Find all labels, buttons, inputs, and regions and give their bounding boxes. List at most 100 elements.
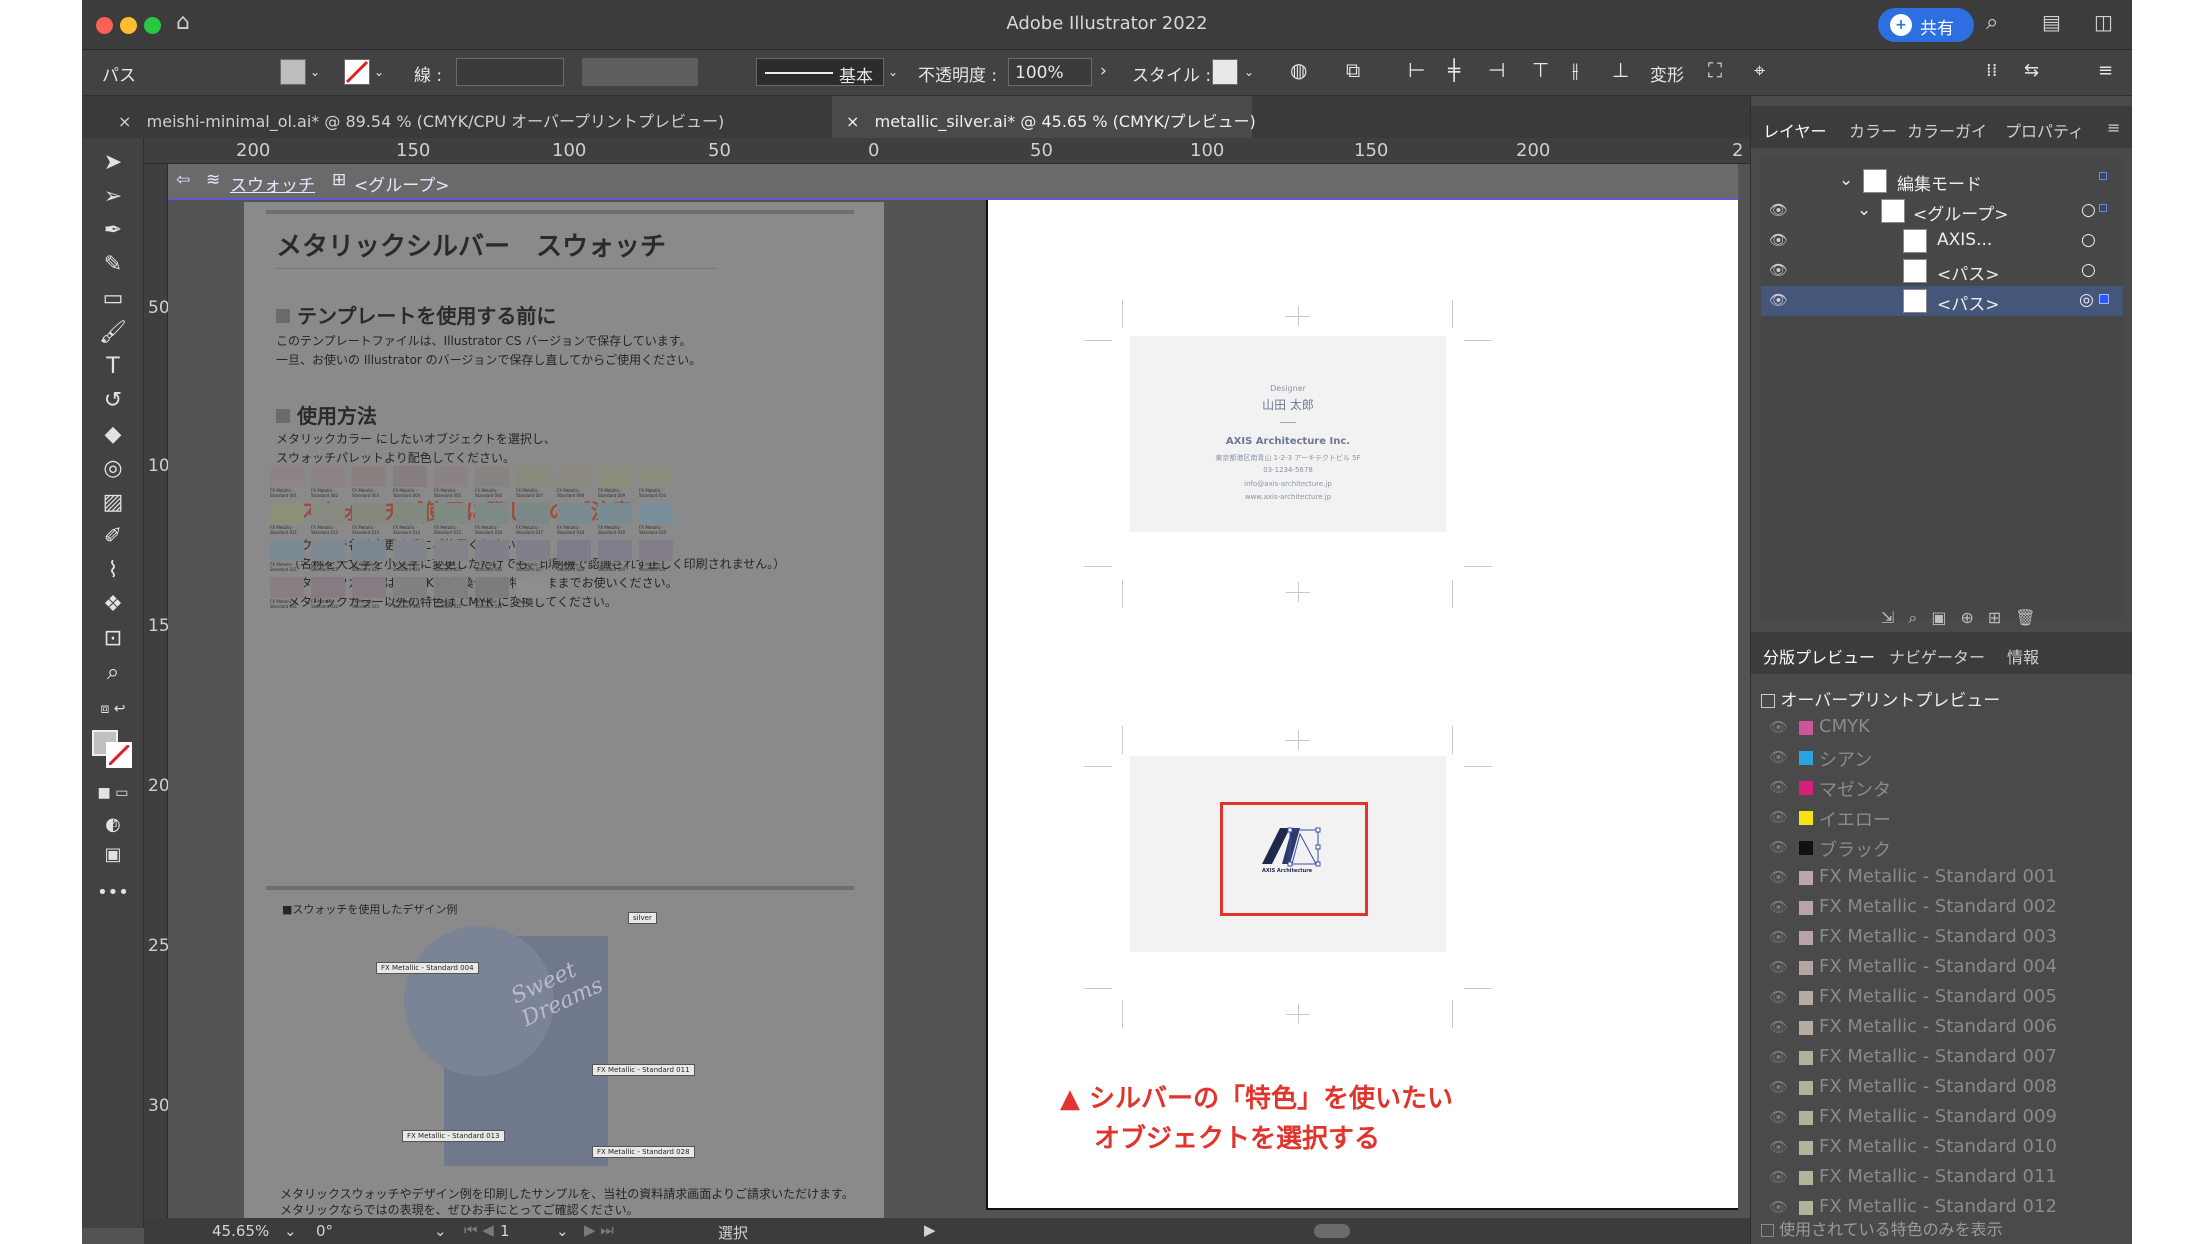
plate-row[interactable]: 👁 イエロー: [1761, 803, 2123, 833]
checkbox-box[interactable]: [1761, 1224, 1774, 1237]
plate-row[interactable]: 👁 FX Metallic - Standard 010: [1761, 1133, 2123, 1163]
plate-row[interactable]: 👁 FX Metallic - Standard 008: [1761, 1073, 2123, 1103]
eraser-tool-icon[interactable]: ◆: [96, 420, 130, 450]
recolor-icon[interactable]: ◍: [1290, 58, 1307, 82]
draw-mode-icon[interactable]: ◐: [96, 810, 130, 840]
plate-row[interactable]: 👁 FX Metallic - Standard 006: [1761, 1013, 2123, 1043]
opacity-field[interactable]: 100%: [1008, 58, 1092, 86]
visibility-eye-icon[interactable]: 👁: [1769, 808, 1788, 826]
search-icon[interactable]: ⌕: [1986, 10, 1998, 35]
fill-swatch[interactable]: [280, 59, 306, 85]
share-button[interactable]: + 共有: [1878, 8, 1974, 42]
artboard-dropdown-icon[interactable]: ⌄: [556, 1222, 569, 1240]
layer-row-path[interactable]: 👁 <パス> ○: [1761, 256, 2123, 286]
status-tool-name[interactable]: 選択: [718, 1222, 748, 1243]
screen-mode-icon[interactable]: ▣: [96, 840, 130, 870]
visibility-eye-icon[interactable]: 👁: [1769, 1108, 1788, 1126]
paintbrush-tool-icon[interactable]: 🖌: [96, 318, 130, 348]
selection-tool-icon[interactable]: ➤: [96, 148, 130, 178]
tab-meishi[interactable]: × meishi-minimal_ol.ai* @ 89.54 % (CMYK/…: [104, 96, 832, 138]
plate-row[interactable]: 👁 FX Metallic - Standard 001: [1761, 863, 2123, 893]
visibility-eye-icon[interactable]: 👁: [1769, 1198, 1788, 1216]
brush-dropdown-icon[interactable]: ⌄: [888, 65, 898, 79]
color-mode-icon[interactable]: ■ ▭ ⧄: [96, 778, 130, 831]
visibility-eye-icon[interactable]: 👁: [1769, 201, 1788, 219]
visibility-eye-icon[interactable]: 👁: [1769, 718, 1788, 736]
visibility-eye-icon[interactable]: 👁: [1769, 261, 1788, 279]
back-arrow-icon[interactable]: ⇦: [176, 170, 190, 190]
prev-artboard-icons[interactable]: ⏮ ◀: [464, 1221, 494, 1239]
h-scroll-thumb[interactable]: [1314, 1224, 1350, 1238]
stroke-color-box[interactable]: [106, 742, 132, 768]
tab-separations-preview[interactable]: 分版プレビュー: [1763, 644, 1875, 668]
layer-row-path-selected[interactable]: 👁 <パス> ◎: [1761, 286, 2123, 316]
plate-row[interactable]: 👁 FX Metallic - Standard 004: [1761, 953, 2123, 983]
visibility-eye-icon[interactable]: 👁: [1769, 1168, 1788, 1186]
visibility-eye-icon[interactable]: 👁: [1769, 231, 1788, 249]
panel-layout-icon[interactable]: ◫: [2094, 10, 2113, 34]
plate-row[interactable]: 👁 CMYK: [1761, 713, 2123, 743]
stroke-dropdown-icon[interactable]: ⌄: [374, 65, 384, 79]
visibility-eye-icon[interactable]: 👁: [1769, 958, 1788, 976]
tab-close-icon[interactable]: ×: [846, 112, 859, 131]
variable-width-field[interactable]: [582, 58, 698, 86]
curvature-tool-icon[interactable]: ✎: [96, 250, 130, 280]
visibility-eye-icon[interactable]: 👁: [1769, 1048, 1788, 1066]
rotation-value[interactable]: 0°: [316, 1222, 333, 1240]
opacity-arrow-icon[interactable]: ›: [1100, 61, 1107, 81]
checkbox-box[interactable]: [1761, 694, 1775, 708]
zoom-dropdown-icon[interactable]: ⌄: [284, 1222, 297, 1240]
align-bottom-icon[interactable]: ⊥: [1612, 58, 1629, 82]
visibility-eye-icon[interactable]: 👁: [1769, 291, 1788, 309]
plate-row[interactable]: 👁 FX Metallic - Standard 003: [1761, 923, 2123, 953]
pen-tool-icon[interactable]: ✒: [96, 216, 130, 246]
graphic-style-swatch[interactable]: [1212, 59, 1238, 85]
zoom-tool-icon[interactable]: ⌕: [96, 658, 130, 688]
layer-target-double-icon[interactable]: ◎: [2079, 290, 2094, 310]
visibility-eye-icon[interactable]: 👁: [1769, 928, 1788, 946]
plate-row[interactable]: 👁 ブラック: [1761, 833, 2123, 863]
stroke-weight-field[interactable]: [456, 58, 564, 86]
tab-layers[interactable]: レイヤー: [1763, 118, 1827, 142]
brush-field[interactable]: 基本: [756, 58, 884, 87]
transform-button[interactable]: 変形: [1650, 61, 1684, 86]
chevron-down-icon[interactable]: ⌄: [1857, 200, 1871, 220]
control-menu-icon[interactable]: ≡: [2098, 60, 2113, 81]
canvas[interactable]: ⇦ ≋ スウォッチ ⊞ <グループ> メタリックシルバー スウォッチ テンプレー…: [168, 164, 1738, 1228]
align-middle-icon[interactable]: ⫲: [1572, 58, 1578, 82]
layer-selected-icon[interactable]: [2099, 204, 2107, 212]
breadcrumb-layer[interactable]: スウォッチ: [230, 171, 315, 196]
tab-navigator[interactable]: ナビゲーター: [1889, 644, 1985, 668]
workspace-icon[interactable]: ▤: [2042, 10, 2061, 34]
tab-metallic-silver[interactable]: × metallic_silver.ai* @ 45.65 % (CMYK/プレ…: [832, 96, 1256, 138]
style-dropdown-icon[interactable]: ⌄: [1244, 65, 1254, 79]
distribute-icon[interactable]: ⇆: [2024, 60, 2039, 81]
plate-row[interactable]: 👁 FX Metallic - Standard 011: [1761, 1163, 2123, 1193]
layer-selected-icon[interactable]: [2099, 294, 2109, 304]
stroke-swatch[interactable]: [344, 59, 370, 85]
puppet-warp-icon[interactable]: ⌖: [1754, 58, 1765, 82]
tab-close-icon[interactable]: ×: [118, 112, 131, 131]
plate-row[interactable]: 👁 FX Metallic - Standard 002: [1761, 893, 2123, 923]
shape-builder-tool-icon[interactable]: ◎: [96, 454, 130, 484]
fill-dropdown-icon[interactable]: ⌄: [310, 65, 320, 79]
rectangle-tool-icon[interactable]: ▭: [96, 284, 130, 314]
layer-row-group[interactable]: 👁 ⌄ <グループ> ○: [1761, 196, 2123, 226]
default-colors-icon[interactable]: ⧈ ↩: [96, 694, 130, 724]
layer-row-edit-mode[interactable]: ⌄ 編集モード: [1761, 166, 2123, 196]
align-left-icon[interactable]: ⊢: [1408, 58, 1425, 82]
type-tool-icon[interactable]: T: [96, 352, 130, 382]
tab-properties[interactable]: プロパティ: [2005, 118, 2084, 142]
visibility-eye-icon[interactable]: 👁: [1769, 1018, 1788, 1036]
overprint-preview-checkbox[interactable]: オーバープリントプレビュー: [1761, 686, 2000, 711]
visibility-eye-icon[interactable]: 👁: [1769, 748, 1788, 766]
symbol-sprayer-tool-icon[interactable]: ❖: [96, 590, 130, 620]
align-to-icon[interactable]: ⧉: [1346, 58, 1360, 82]
plate-row[interactable]: 👁 FX Metallic - Standard 005: [1761, 983, 2123, 1013]
arrange-icon[interactable]: ⁞⁞: [1986, 60, 1997, 81]
more-tools-icon[interactable]: •••: [96, 878, 130, 908]
zoom-level[interactable]: 45.65%: [212, 1222, 269, 1240]
rotate-tool-icon[interactable]: ↺: [96, 386, 130, 416]
align-center-icon[interactable]: ╪: [1448, 58, 1460, 82]
used-spot-only-checkbox[interactable]: 使用されている特色のみを表示: [1761, 1216, 2003, 1240]
